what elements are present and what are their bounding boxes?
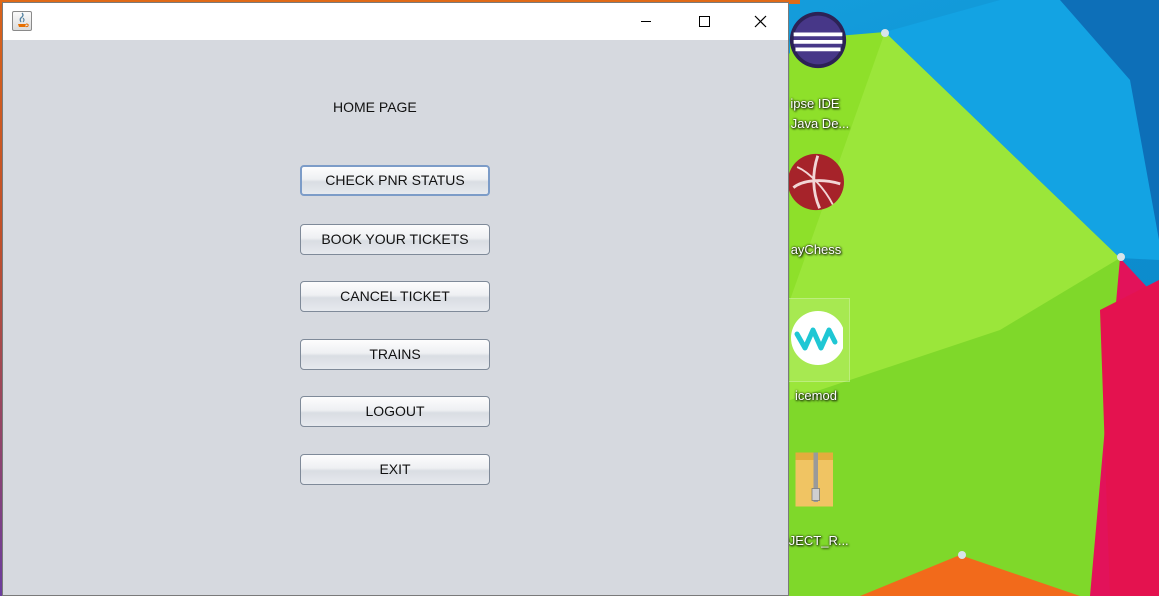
app-window: HOME PAGE CHECK PNR STATUS BOOK YOUR TIC… (2, 2, 789, 596)
check-pnr-status-button[interactable]: CHECK PNR STATUS (300, 165, 490, 196)
book-tickets-button[interactable]: BOOK YOUR TICKETS (300, 224, 490, 255)
minimize-icon (641, 21, 651, 22)
cancel-ticket-button[interactable]: CANCEL TICKET (300, 281, 490, 312)
maximize-button[interactable] (675, 3, 733, 40)
content-panel: HOME PAGE CHECK PNR STATUS BOOK YOUR TIC… (3, 40, 788, 595)
eclipse-icon (789, 11, 847, 69)
voicemod-icon (791, 311, 843, 365)
title-bar[interactable] (3, 3, 788, 40)
logout-button[interactable]: LOGOUT (300, 396, 490, 427)
java-app-icon[interactable] (12, 11, 32, 31)
minimize-button[interactable] (617, 3, 675, 40)
trains-button[interactable]: TRAINS (300, 339, 490, 370)
close-icon (754, 15, 767, 28)
maximize-icon (699, 16, 710, 27)
desktop: ipse IDE Java De... ayChess icemod DJECT… (0, 0, 1159, 596)
zip-folder-icon (795, 452, 833, 507)
exit-button[interactable]: EXIT (300, 454, 490, 485)
chess-icon (787, 153, 844, 211)
close-button[interactable] (733, 3, 791, 40)
page-title: HOME PAGE (333, 99, 417, 115)
